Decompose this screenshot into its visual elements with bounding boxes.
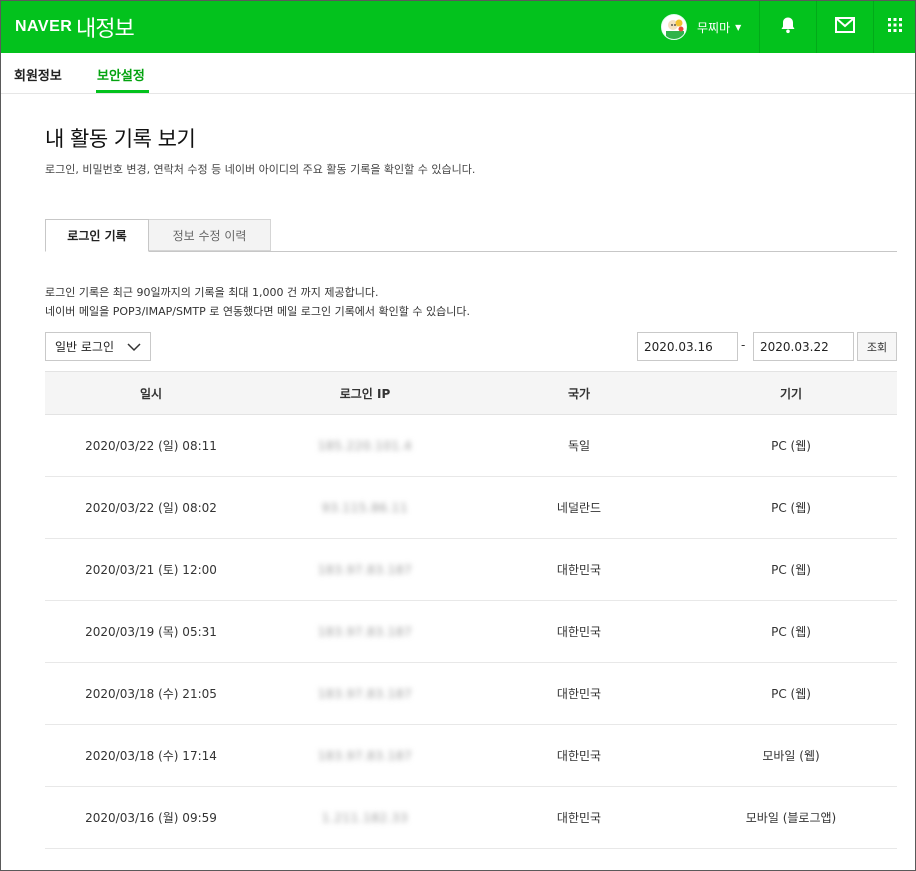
table-row: 2020/03/22 (일) 08:11 185.220.101.4 독일 PC… [45,415,897,477]
login-type-value: 일반 로그인 [55,340,115,354]
column-header-login-ip: 로그인 IP [339,386,391,401]
table-row: 2020/03/16 (월) 09:59 1.211.182.33 대한민국 모… [45,787,897,849]
cell-datetime: 2020/03/16 (월) 09:59 [85,811,217,825]
notice-line: 로그인 기록은 최근 90일까지의 기록을 최대 1,000 건 까지 제공합니… [45,286,379,299]
mail-icon [835,17,855,37]
notice-text: 로그인 기록은 최근 90일까지의 기록을 최대 1,000 건 까지 제공합니… [45,283,470,321]
bell-icon [779,16,797,38]
active-tab-indicator [96,90,149,93]
cell-country: 대한민국 [556,625,602,639]
cell-datetime: 2020/03/18 (수) 21:05 [85,687,217,701]
date-separator: - [741,338,746,352]
sub-navigation: 회원정보 보안설정 [1,53,915,94]
page-title: 내 활동 기록 보기 [45,127,196,151]
cell-login-ip: 185.220.101.4 [317,438,413,453]
cell-login-ip: 1.211.182.33 [321,810,409,825]
cell-device: 모바일 (웹) [762,749,820,763]
cell-device: PC (웹) [771,563,811,577]
page-description: 로그인, 비밀번호 변경, 연락처 수정 등 네이버 아이디의 주요 활동 기록… [45,163,476,176]
apps-grid-icon [887,17,903,37]
tab-info-change-history[interactable]: 정보 수정 이력 [149,219,271,251]
cell-datetime: 2020/03/19 (목) 05:31 [85,625,217,639]
cell-device: PC (웹) [771,625,811,639]
cell-datetime: 2020/03/22 (일) 08:02 [85,501,217,515]
cell-country: 네덜란드 [556,501,602,515]
login-type-select[interactable]: 일반 로그인 [45,332,151,361]
cell-login-ip: 183.97.83.187 [317,624,413,639]
naver-logo[interactable]: NAVER [15,18,72,36]
cell-country: 대한민국 [556,687,602,701]
cell-login-ip: 93.115.86.11 [321,500,409,515]
table-row: 2020/03/18 (수) 17:14 183.97.83.187 대한민국 … [45,725,897,787]
notice-line: 네이버 메일을 POP3/IMAP/SMTP 로 연동했다면 메일 로그인 기록… [45,305,470,318]
table-row: 2020/03/19 (목) 05:31 183.97.83.187 대한민국 … [45,601,897,663]
subnav-security-settings[interactable]: 보안설정 [97,65,145,84]
chevron-down-icon [127,341,141,355]
column-header-country: 국가 [567,386,591,401]
cell-datetime: 2020/03/18 (수) 17:14 [85,749,217,763]
cell-login-ip: 183.97.83.187 [317,748,413,763]
cell-device: 모바일 (블로그앱) [745,811,837,825]
mail-button[interactable] [817,1,873,53]
username: 무찌마 [697,20,731,35]
subnav-member-info[interactable]: 회원정보 [14,65,62,84]
cell-device: PC (웹) [771,439,811,453]
table-row: 2020/03/21 (토) 12:00 183.97.83.187 대한민국 … [45,539,897,601]
tab-login-records[interactable]: 로그인 기록 [45,219,149,252]
cell-device: PC (웹) [771,501,811,515]
caret-down-icon: ▼ [735,22,742,32]
login-records-table: 일시 로그인 IP 국가 기기 2020/03/22 (일) 08:11 185… [45,371,897,849]
top-header: NAVER 내정보 무찌마 ▼ [1,1,915,53]
cell-login-ip: 183.97.83.187 [317,686,413,701]
profile-menu[interactable]: 무찌마 ▼ [661,13,741,41]
record-tabs: 로그인 기록 정보 수정 이력 [45,219,897,252]
cell-country: 대한민국 [556,811,602,825]
cell-device: PC (웹) [771,687,811,701]
cell-datetime: 2020/03/22 (일) 08:11 [85,439,217,453]
notification-button[interactable] [760,1,816,53]
cell-country: 대한민국 [556,563,602,577]
service-title[interactable]: 내정보 [76,11,135,43]
avatar [661,14,687,40]
cell-country: 독일 [567,439,591,453]
search-button[interactable]: 조회 [857,332,897,361]
apps-button[interactable] [874,1,915,53]
cell-datetime: 2020/03/21 (토) 12:00 [85,563,217,577]
table-row: 2020/03/18 (수) 21:05 183.97.83.187 대한민국 … [45,663,897,725]
column-header-datetime: 일시 [139,386,163,401]
table-header: 일시 로그인 IP 국가 기기 [45,371,897,415]
table-row: 2020/03/22 (일) 08:02 93.115.86.11 네덜란드 P… [45,477,897,539]
cell-country: 대한민국 [556,749,602,763]
date-from-input[interactable]: 2020.03.16 [637,332,738,361]
date-to-input[interactable]: 2020.03.22 [753,332,854,361]
column-header-device: 기기 [779,386,803,401]
cell-login-ip: 183.97.83.187 [317,562,413,577]
